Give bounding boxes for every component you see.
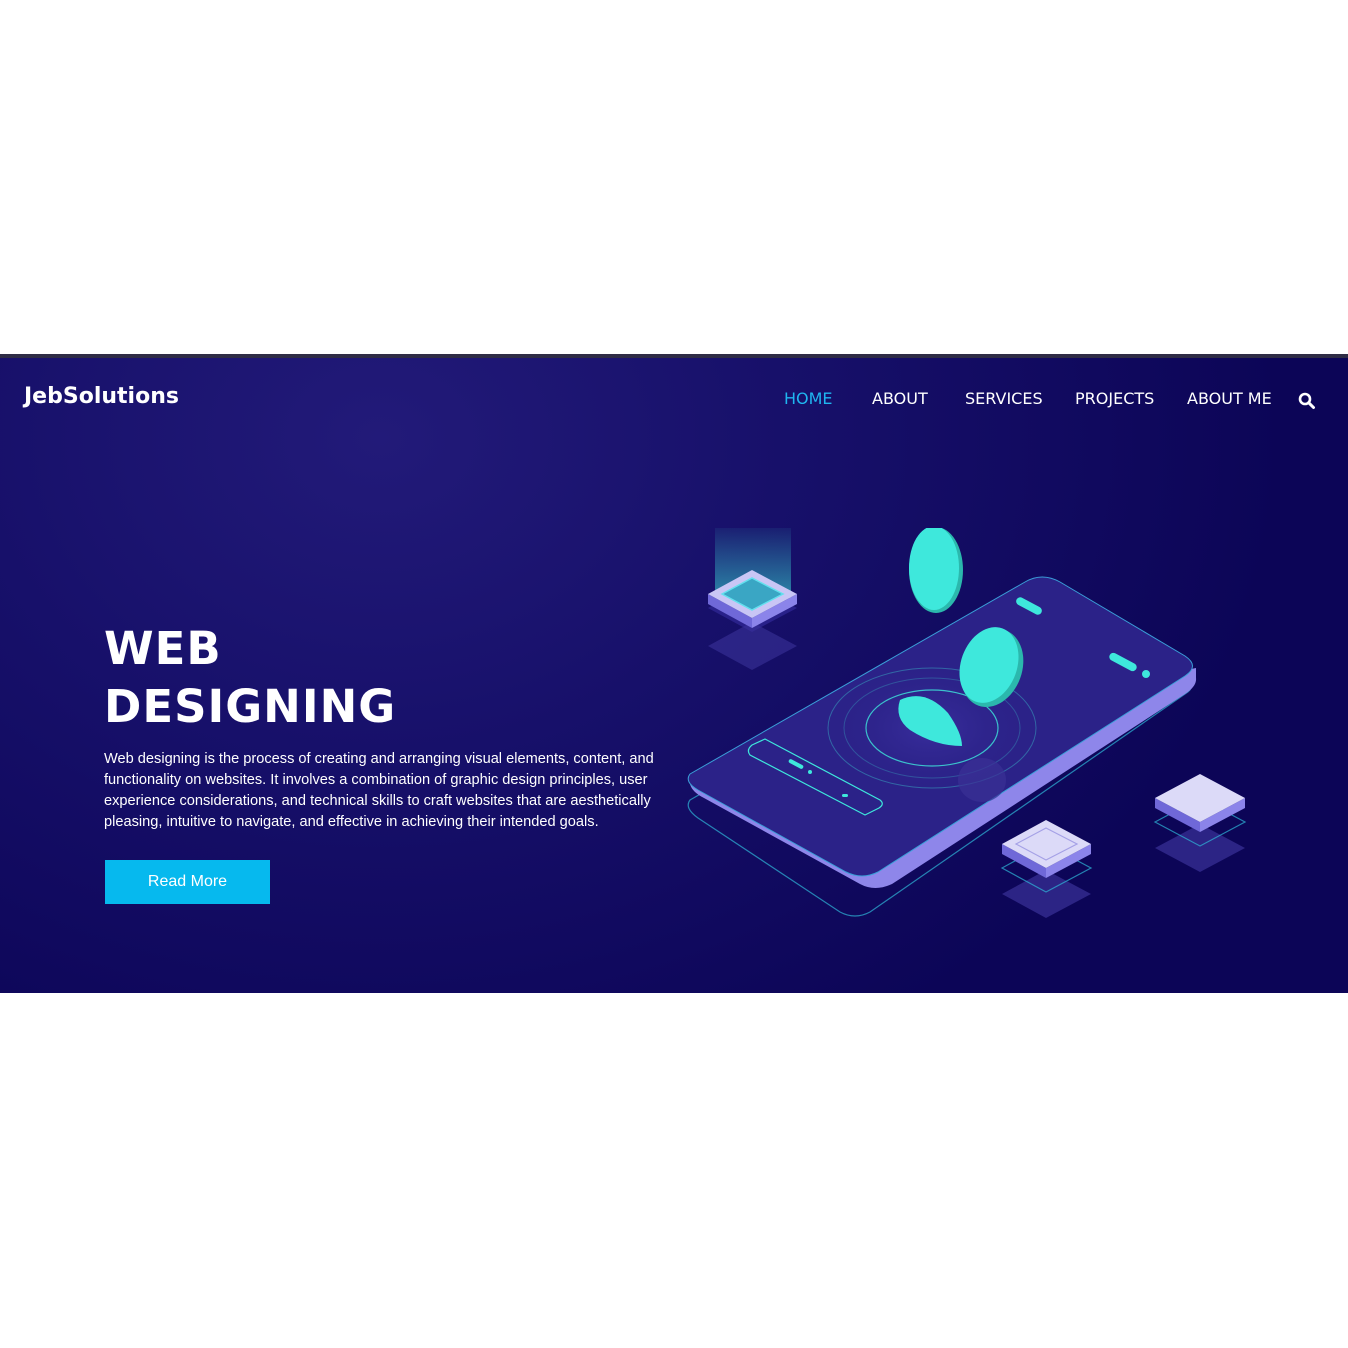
isometric-phone-illustration <box>687 528 1247 918</box>
hero-description: Web designing is the process of creating… <box>104 751 654 830</box>
nav-item-home[interactable]: HOME <box>784 389 833 408</box>
nav-item-projects[interactable]: PROJECTS <box>1075 389 1154 408</box>
nav-item-about-me[interactable]: ABOUT ME <box>1187 389 1272 408</box>
headline-line-2: DESIGNING <box>104 680 397 733</box>
nav-item-about[interactable]: ABOUT <box>872 389 928 408</box>
hero-headline: WEB DESIGNING <box>104 620 396 736</box>
search-icon[interactable] <box>1298 392 1316 410</box>
nav-item-services[interactable]: SERVICES <box>965 389 1043 408</box>
headline-line-1: WEB <box>104 622 222 675</box>
read-more-button[interactable]: Read More <box>105 860 270 904</box>
hero-banner: JebSolutions HOME ABOUT SERVICES PROJECT… <box>0 354 1348 993</box>
main-nav: HOME ABOUT SERVICES PROJECTS ABOUT ME <box>0 389 1348 413</box>
page: JebSolutions HOME ABOUT SERVICES PROJECT… <box>0 0 1348 1348</box>
